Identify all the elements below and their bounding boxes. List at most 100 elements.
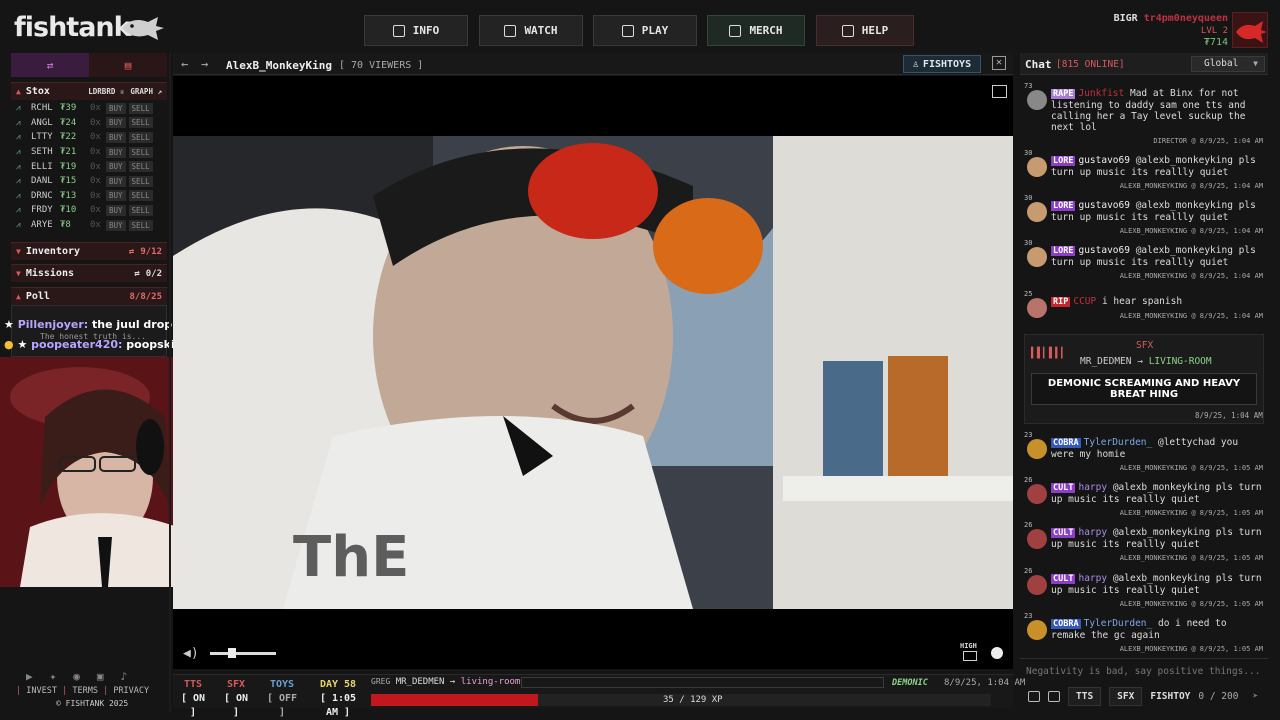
close-icon[interactable]: ✕ xyxy=(992,56,1006,70)
chat-input[interactable]: Negativity is bad, say positive things..… xyxy=(1020,658,1268,682)
sell-button[interactable]: SELL xyxy=(128,204,153,216)
speaker-icon[interactable]: ◀) xyxy=(183,646,199,661)
stox-ticker: RCHL xyxy=(31,103,53,114)
tab-switch[interactable]: ⇄ xyxy=(11,53,89,77)
invest-link[interactable]: INVEST xyxy=(26,686,57,696)
buy-button[interactable]: BUY xyxy=(106,102,126,114)
chat-username[interactable]: TylerDurden_ xyxy=(1084,437,1153,448)
stox-owned: 0x xyxy=(90,117,101,128)
instagram-icon[interactable]: ▣ xyxy=(97,670,104,683)
chat-username[interactable]: CCUP xyxy=(1073,296,1096,307)
user-level-badge: 30 xyxy=(1024,149,1033,157)
overlay-chat-user: poopeater420: xyxy=(31,338,123,351)
chat-meta: ALEXB_MONKEYKING @ 8/9/25, 1:04 AM xyxy=(1119,227,1263,235)
user-avatar[interactable] xyxy=(1232,12,1268,48)
help-button[interactable]: HELP xyxy=(816,15,914,46)
info-button[interactable]: INFO xyxy=(364,15,468,46)
stox-owned: 0x xyxy=(90,205,101,216)
chat-username[interactable]: gustavo69 xyxy=(1078,245,1129,256)
inventory-header[interactable]: ▼ Inventory ⇄ 9/12 xyxy=(11,242,167,260)
poll-header[interactable]: ▲ Poll 8/8/25 xyxy=(11,287,167,305)
avatar[interactable] xyxy=(1027,575,1047,595)
play-button[interactable]: PLAY xyxy=(593,15,697,46)
avatar[interactable] xyxy=(1027,298,1047,318)
avatar[interactable] xyxy=(1027,247,1047,267)
chat-username[interactable]: gustavo69 xyxy=(1078,200,1129,211)
steam-icon[interactable]: ◉ xyxy=(73,670,80,683)
fullscreen-icon[interactable] xyxy=(992,85,1007,98)
stox-header[interactable]: ▲ Stox LDRBRD ♕ GRAPH ↗ xyxy=(11,82,167,100)
avatar[interactable] xyxy=(1027,90,1047,110)
missions-title: Missions xyxy=(25,268,74,279)
fishtank-logo[interactable]: fishtank xyxy=(14,12,132,43)
watch-button[interactable]: WATCH xyxy=(479,15,583,46)
buy-button[interactable]: BUY xyxy=(106,204,126,216)
back-arrow-icon[interactable]: ← xyxy=(181,57,188,71)
sell-button[interactable]: SELL xyxy=(128,175,153,187)
toys-toggle[interactable]: TOYS [ OFF ] xyxy=(261,678,303,720)
avatar[interactable] xyxy=(1027,529,1047,549)
tiktok-icon[interactable]: ♪ xyxy=(121,670,128,683)
chat-room-select[interactable]: Global ▼ xyxy=(1191,56,1265,72)
avatar[interactable] xyxy=(1027,484,1047,504)
sell-button[interactable]: SELL xyxy=(128,117,153,129)
missions-header[interactable]: ▼ Missions ⇄ 0/2 xyxy=(11,264,167,282)
sell-button[interactable]: SELL xyxy=(128,131,153,143)
record-dot-icon[interactable] xyxy=(991,647,1003,659)
chat-username[interactable]: gustavo69 xyxy=(1078,155,1129,166)
tts-toggle[interactable]: TTS [ ON ] xyxy=(178,678,208,720)
screen-icon[interactable] xyxy=(1048,690,1060,702)
stox-owned: 0x xyxy=(90,190,101,201)
user-level-badge: 23 xyxy=(1024,431,1033,439)
fishtoys-button[interactable]: ♙ FISHTOYS xyxy=(903,55,981,73)
tts-button[interactable]: TTS xyxy=(1068,686,1102,706)
sell-button[interactable]: SELL xyxy=(128,146,153,158)
viewer-count: [ 70 VIEWERS ] xyxy=(339,60,424,71)
sfx-toggle[interactable]: SFX [ ON ] xyxy=(219,678,253,720)
twitter-icon[interactable]: ✦ xyxy=(50,670,57,683)
sell-button[interactable]: SELL xyxy=(128,161,153,173)
emoji-icon[interactable] xyxy=(1028,690,1040,702)
sell-button[interactable]: SELL xyxy=(128,219,153,231)
chat-username[interactable]: Junkfist xyxy=(1078,88,1124,99)
chat-username[interactable]: harpy xyxy=(1078,482,1107,493)
buy-button[interactable]: BUY xyxy=(106,175,126,187)
volume-knob[interactable] xyxy=(228,648,236,658)
volume-slider[interactable] xyxy=(210,652,276,655)
quality-icon[interactable] xyxy=(963,651,977,661)
chat-username[interactable]: harpy xyxy=(1078,573,1107,584)
user-level-badge: 26 xyxy=(1024,476,1033,484)
terms-link[interactable]: TERMS xyxy=(72,686,98,696)
chat-username[interactable]: harpy xyxy=(1078,527,1107,538)
buy-button[interactable]: BUY xyxy=(106,219,126,231)
avatar[interactable] xyxy=(1027,157,1047,177)
sfx-button[interactable]: SFX xyxy=(1109,686,1143,706)
forward-arrow-icon[interactable]: → xyxy=(201,57,208,71)
stox-owned: 0x xyxy=(90,161,101,172)
sell-button[interactable]: SELL xyxy=(128,190,153,202)
stox-ticker: DRNC xyxy=(31,190,53,201)
chat-username[interactable]: TylerDurden_ xyxy=(1084,618,1153,629)
buy-button[interactable]: BUY xyxy=(106,161,126,173)
graph-button[interactable]: GRAPH ↗ xyxy=(130,87,162,96)
buy-button[interactable]: BUY xyxy=(106,117,126,129)
avatar[interactable] xyxy=(1027,439,1047,459)
sell-button[interactable]: SELL xyxy=(128,102,153,114)
avatar[interactable] xyxy=(1027,620,1047,640)
buy-button[interactable]: BUY xyxy=(106,131,126,143)
merch-button[interactable]: MERCH xyxy=(707,15,805,46)
buy-button[interactable]: BUY xyxy=(106,190,126,202)
buy-button[interactable]: BUY xyxy=(106,146,126,158)
fishtoy-button[interactable]: FISHTOY xyxy=(1150,691,1190,702)
leaderboard-button[interactable]: LDRBRD ♕ xyxy=(88,87,124,96)
youtube-icon[interactable]: ▶ xyxy=(26,670,33,683)
chat-meta: ALEXB_MONKEYKING @ 8/9/25, 1:05 AM xyxy=(1119,509,1263,517)
send-icon[interactable]: ➤ xyxy=(1252,691,1258,702)
help-icon xyxy=(841,24,854,37)
user-handle: tr4pm0neyqueen xyxy=(1143,13,1228,24)
tab-store[interactable]: ▤ xyxy=(89,53,167,77)
username[interactable]: BIGR tr4pm0neyqueen xyxy=(1114,13,1228,24)
privacy-link[interactable]: PRIVACY xyxy=(113,686,149,696)
avatar[interactable] xyxy=(1027,202,1047,222)
stox-ticker: ARYE xyxy=(31,220,53,231)
